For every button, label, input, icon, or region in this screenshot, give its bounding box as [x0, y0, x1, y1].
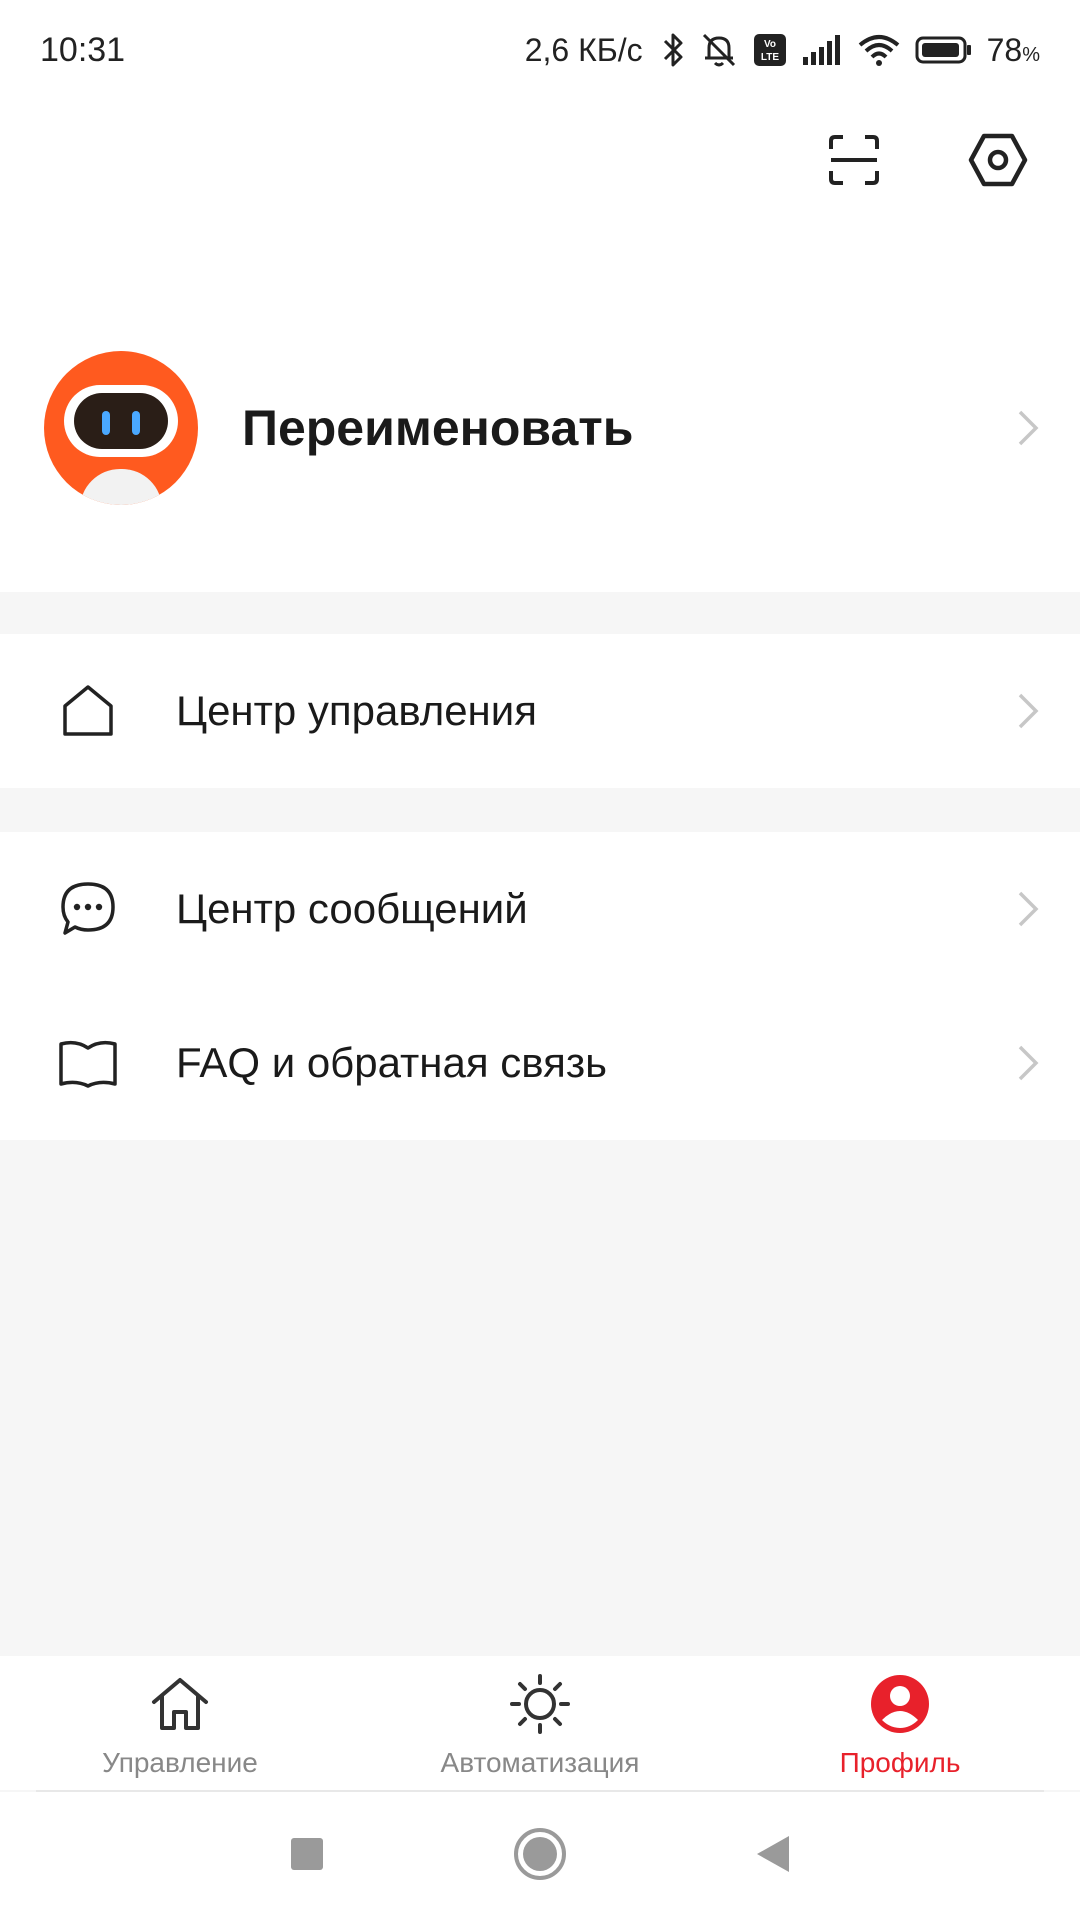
chevron-right-icon	[1016, 889, 1040, 929]
tab-automation[interactable]: Автоматизация	[360, 1656, 720, 1790]
signal-icon	[801, 33, 843, 67]
tab-control[interactable]: Управление	[0, 1656, 360, 1790]
section-support: Центр сообщений FAQ и обратная связь	[0, 832, 1080, 1140]
bottom-tab-bar: Управление Автоматизация Профиль	[0, 1656, 1080, 1790]
menu-item-message-center[interactable]: Центр сообщений	[0, 832, 1080, 986]
scan-icon	[827, 133, 881, 192]
open-book-icon	[58, 1033, 118, 1093]
sun-icon	[508, 1674, 572, 1739]
tab-label-profile: Профиль	[839, 1747, 961, 1778]
settings-button[interactable]	[956, 120, 1040, 204]
home-nav-button[interactable]	[500, 1816, 580, 1896]
menu-label-message-center: Центр сообщений	[176, 885, 528, 932]
status-bar: 10:31 2,6 КБ/с Vo LTE 78%	[0, 0, 1080, 100]
section-home: Центр управления	[0, 634, 1080, 788]
system-nav-bar	[0, 1792, 1080, 1920]
circle-icon	[513, 1827, 567, 1886]
menu-label-control-center: Центр управления	[176, 687, 537, 734]
mute-bell-icon	[699, 30, 739, 70]
recents-button[interactable]	[267, 1816, 347, 1896]
profile-name: Переименовать	[242, 400, 634, 456]
battery-icon	[915, 35, 973, 65]
chevron-right-icon	[1016, 1043, 1040, 1083]
profile-header: Переименовать	[0, 100, 1080, 592]
profile-icon	[868, 1674, 932, 1739]
bluetooth-icon	[661, 31, 685, 69]
svg-text:Vo: Vo	[764, 39, 776, 50]
menu-label-faq: FAQ и обратная связь	[176, 1039, 607, 1086]
tab-profile[interactable]: Профиль	[720, 1656, 1080, 1790]
chevron-right-icon	[1016, 691, 1040, 731]
svg-text:LTE: LTE	[761, 52, 779, 63]
home-outline-icon	[58, 681, 118, 741]
top-actions	[812, 120, 1040, 204]
robot-avatar	[44, 351, 198, 505]
battery-percentage: 78%	[986, 31, 1040, 68]
back-triangle-icon	[755, 1834, 791, 1879]
profile-screen: 10:31 2,6 КБ/с Vo LTE 78% Переименовать …	[0, 0, 1080, 1920]
square-icon	[289, 1836, 325, 1877]
menu-item-control-center[interactable]: Центр управления	[0, 634, 1080, 788]
tab-label-control: Управление	[102, 1747, 258, 1778]
volte-icon: Vo LTE	[753, 33, 787, 67]
menu-item-faq[interactable]: FAQ и обратная связь	[0, 986, 1080, 1140]
scan-button[interactable]	[812, 120, 896, 204]
home-icon	[148, 1674, 212, 1739]
tab-label-automation: Автоматизация	[440, 1747, 640, 1778]
settings-hex-icon	[968, 132, 1028, 193]
status-indicators: 2,6 КБ/с Vo LTE 78%	[525, 30, 1040, 70]
chat-bubble-icon	[58, 879, 118, 939]
chevron-right-icon	[1016, 408, 1040, 448]
status-time: 10:31	[40, 30, 126, 69]
profile-row[interactable]: Переименовать	[0, 348, 1080, 508]
back-button[interactable]	[733, 1816, 813, 1896]
network-speed: 2,6 КБ/с	[524, 31, 643, 68]
wifi-icon	[857, 33, 901, 67]
